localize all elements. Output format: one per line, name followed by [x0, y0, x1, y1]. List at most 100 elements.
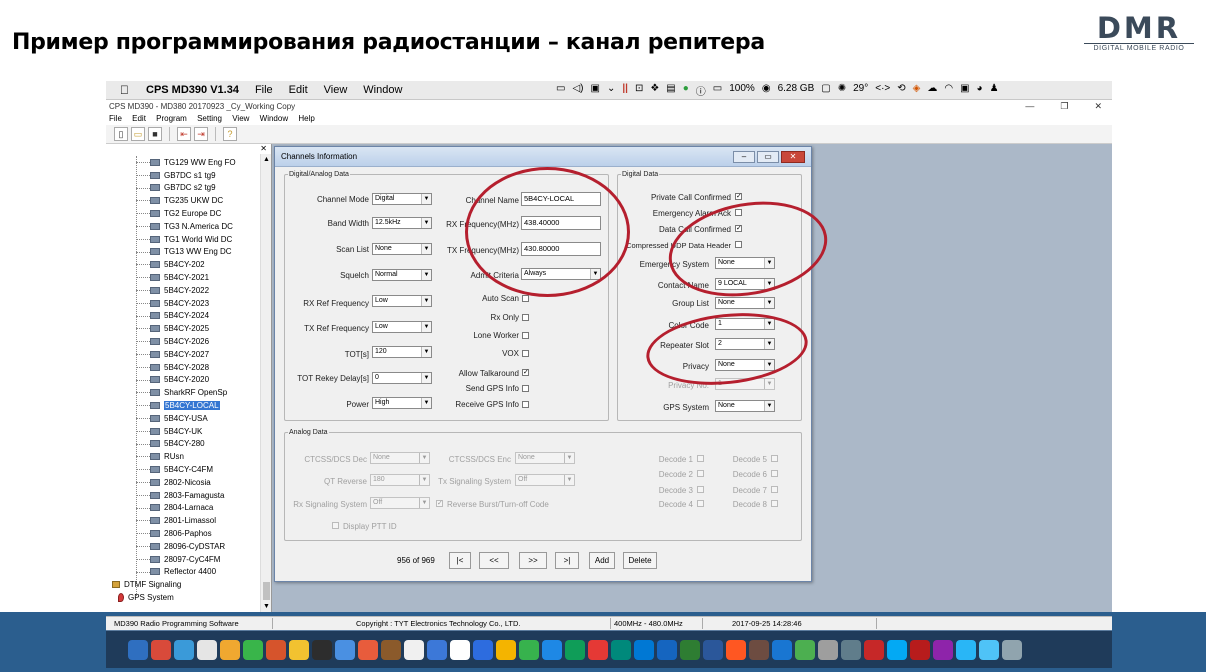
- tree-item[interactable]: TG129 WW Eng FO: [136, 156, 236, 169]
- flag-icon[interactable]: ▣: [960, 83, 969, 98]
- menu-help[interactable]: Help: [298, 114, 314, 123]
- decode-5-checkbox[interactable]: [771, 455, 778, 462]
- dock-app-icon[interactable]: [818, 639, 838, 660]
- tree-item[interactable]: 5B4CY-2026: [136, 335, 236, 348]
- dialog-maximize-button[interactable]: ▭: [757, 151, 779, 163]
- dock-app-icon[interactable]: [726, 639, 746, 660]
- tree-item[interactable]: 5B4CY-2028: [136, 361, 236, 374]
- menu-program[interactable]: Program: [156, 114, 187, 123]
- lone-worker-checkbox[interactable]: [522, 332, 529, 339]
- tot-rekey-delay-select[interactable]: 0 ▼: [372, 372, 432, 384]
- wifi-icon[interactable]: ◠: [944, 83, 953, 98]
- dock-app-icon[interactable]: [565, 639, 585, 660]
- tree-item[interactable]: 5B4CY-2025: [136, 322, 236, 335]
- dock-app-icon[interactable]: [1002, 639, 1022, 660]
- tree-item[interactable]: 2806-Paphos: [136, 527, 236, 540]
- dock-app-icon[interactable]: [634, 639, 654, 660]
- tree-item[interactable]: 5B4CY-2023: [136, 297, 236, 310]
- mac-menu-view[interactable]: View: [324, 84, 348, 96]
- dock-app-icon[interactable]: [404, 639, 424, 660]
- qt-reverse-select[interactable]: 180 ▼: [370, 474, 430, 486]
- new-file-icon[interactable]: ▯: [114, 127, 128, 141]
- dock-app-icon[interactable]: [358, 639, 378, 660]
- dock-app-icon[interactable]: [588, 639, 608, 660]
- dock-app-icon[interactable]: [381, 639, 401, 660]
- decode-7-checkbox[interactable]: [771, 486, 778, 493]
- dock-app-icon[interactable]: [864, 639, 884, 660]
- ctcss-dec-select[interactable]: None ▼: [370, 452, 430, 464]
- dock-app-icon[interactable]: [289, 639, 309, 660]
- dock-app-icon[interactable]: [335, 639, 355, 660]
- apple-icon[interactable]: : [120, 83, 134, 97]
- cloud-icon[interactable]: ☁: [927, 83, 937, 98]
- info-icon[interactable]: ⓘ: [696, 83, 706, 98]
- scrollbar-thumb[interactable]: [263, 582, 270, 600]
- tree-item[interactable]: GB7DC s1 tg9: [136, 169, 236, 182]
- write-radio-icon[interactable]: ⇥: [194, 127, 208, 141]
- dock-app-icon[interactable]: [611, 639, 631, 660]
- mac-menu-file[interactable]: File: [255, 84, 273, 96]
- menu-file[interactable]: File: [109, 114, 122, 123]
- tree-item[interactable]: 28097-CyC4FM: [136, 553, 236, 566]
- tree-item-dtmf[interactable]: DTMF Signaling: [110, 578, 236, 591]
- power-select[interactable]: High ▼: [372, 397, 432, 409]
- dock-app-icon[interactable]: [151, 639, 171, 660]
- screen-icon[interactable]: ▭: [556, 83, 565, 98]
- dock-app-icon[interactable]: [427, 639, 447, 660]
- lock-icon[interactable]: ⊡: [635, 83, 643, 98]
- tree-item-gps[interactable]: GPS System: [110, 591, 236, 604]
- maximize-button[interactable]: ❐: [1060, 100, 1068, 113]
- vox-checkbox[interactable]: [522, 350, 529, 357]
- disk-icon[interactable]: ▢: [821, 83, 830, 98]
- dock-app-icon[interactable]: [772, 639, 792, 660]
- dock-app-icon[interactable]: [519, 639, 539, 660]
- mac-menu-window[interactable]: Window: [363, 84, 402, 96]
- add-button[interactable]: Add: [589, 552, 615, 569]
- close-button[interactable]: ✕: [1094, 100, 1102, 113]
- send-gps-info-checkbox[interactable]: [522, 385, 529, 392]
- pause-icon[interactable]: ||: [622, 83, 628, 98]
- channel-mode-select[interactable]: Digital ▼: [372, 193, 432, 205]
- allow-talkaround-checkbox[interactable]: ✓: [522, 369, 529, 376]
- dock-app-icon[interactable]: [128, 639, 148, 660]
- dock-app-icon[interactable]: [887, 639, 907, 660]
- tree-item[interactable]: 2802-Nicosia: [136, 476, 236, 489]
- tree-item[interactable]: 5B4CY-280: [136, 438, 236, 451]
- dock-app-icon[interactable]: [657, 639, 677, 660]
- menu-window[interactable]: Window: [260, 114, 288, 123]
- arrows-icon[interactable]: <·>: [875, 83, 890, 98]
- dock-app-icon[interactable]: [841, 639, 861, 660]
- mac-menu-edit[interactable]: Edit: [289, 84, 308, 96]
- volume-icon[interactable]: ◁): [572, 83, 583, 98]
- auto-scan-checkbox[interactable]: [522, 295, 529, 302]
- battery-icon[interactable]: ▭: [713, 83, 722, 98]
- tree-item[interactable]: 5B4CY-2027: [136, 348, 236, 361]
- mac-app-name[interactable]: CPS MD390 V1.34: [146, 84, 239, 96]
- private-call-confirmed-checkbox[interactable]: ✓: [735, 193, 742, 200]
- tree-item[interactable]: Reflector 4400: [136, 566, 236, 579]
- dock-app-icon[interactable]: [680, 639, 700, 660]
- menu-edit[interactable]: Edit: [132, 114, 146, 123]
- dock-app-icon[interactable]: [542, 639, 562, 660]
- memory-icon[interactable]: ◉: [762, 83, 771, 98]
- next-record-button[interactable]: >>: [519, 552, 547, 569]
- tree-close-icon[interactable]: ✕: [260, 144, 267, 153]
- display-icon[interactable]: ▣: [590, 83, 599, 98]
- menu-view[interactable]: View: [232, 114, 249, 123]
- globe-icon[interactable]: ◕: [977, 83, 983, 98]
- dock-app-icon[interactable]: [266, 639, 286, 660]
- dock-app-icon[interactable]: [749, 639, 769, 660]
- rx-ref-frequency-select[interactable]: Low ▼: [372, 295, 432, 307]
- dock-app-icon[interactable]: [450, 639, 470, 660]
- tx-signaling-select[interactable]: Off ▼: [515, 474, 575, 486]
- dialog-close-button[interactable]: ✕: [781, 151, 805, 163]
- dock-app-icon[interactable]: [956, 639, 976, 660]
- last-record-button[interactable]: >|: [555, 552, 579, 569]
- receive-gps-info-checkbox[interactable]: [522, 401, 529, 408]
- dock-app-icon[interactable]: [473, 639, 493, 660]
- tree-item[interactable]: TG3 N.America DC: [136, 220, 236, 233]
- tree-item[interactable]: TG13 WW Eng DC: [136, 246, 236, 259]
- tot-select[interactable]: 120 ▼: [372, 346, 432, 358]
- tree-item[interactable]: 2804-Larnaca: [136, 502, 236, 515]
- tree-item[interactable]: 2801-Limassol: [136, 514, 236, 527]
